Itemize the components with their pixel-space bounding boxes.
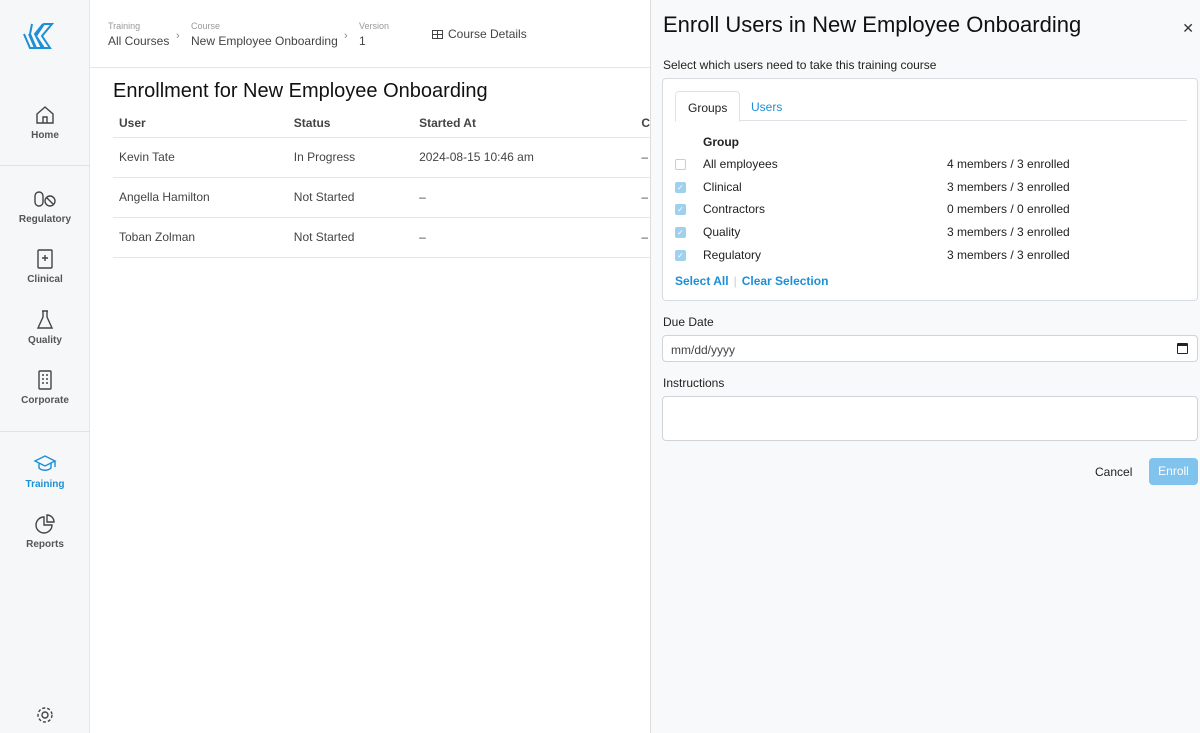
- sidebar: Home Regulatory Clinical Quality Corpora…: [0, 0, 90, 733]
- group-row: ✓ Contractors 0 members / 0 enrolled: [675, 201, 1185, 221]
- table-row[interactable]: Toban Zolman Not Started – –: [113, 217, 650, 258]
- breadcrumb-value: 1: [359, 34, 366, 48]
- flask-icon: [36, 310, 54, 329]
- table-icon: [432, 30, 443, 39]
- sidebar-item-quality[interactable]: Quality: [0, 309, 90, 346]
- due-date-label: Due Date: [663, 315, 714, 329]
- clear-selection-link[interactable]: Clear Selection: [742, 274, 829, 288]
- table-cell: –: [635, 137, 650, 178]
- breadcrumb: Training All Courses › Course New Employee…: [90, 0, 650, 68]
- home-icon: [36, 106, 54, 124]
- sidebar-item-label: Home: [31, 130, 59, 141]
- group-membership: 3 members / 3 enrolled: [947, 179, 1070, 194]
- enrollment-table: User Status Started At C Kevin Tate In Pr…: [113, 110, 650, 258]
- building-icon: [38, 370, 52, 390]
- panel-title: Enroll Users in New Employee Onboarding: [663, 12, 1082, 37]
- breadcrumb-course[interactable]: Course New Employee Onboarding: [191, 21, 338, 48]
- group-row: ✓ Regulatory 3 members / 3 enrolled: [675, 247, 1185, 267]
- sidebar-item-label: Clinical: [27, 274, 63, 285]
- calendar-icon[interactable]: [1177, 343, 1188, 354]
- table-cell: –: [635, 177, 650, 218]
- cancel-button[interactable]: Cancel: [1095, 465, 1132, 479]
- tab-users[interactable]: Users: [739, 91, 794, 122]
- instructions-label: Instructions: [663, 376, 725, 390]
- group-checkbox[interactable]: [675, 159, 686, 170]
- sidebar-item-label: Corporate: [21, 395, 69, 406]
- close-icon[interactable]: ✕: [1182, 20, 1194, 37]
- table-cell: Angella Hamilton: [113, 177, 288, 218]
- chevron-right-icon: ›: [176, 30, 180, 42]
- pie-chart-icon: [35, 514, 55, 534]
- group-name: Quality: [703, 225, 741, 240]
- due-date-placeholder: mm/dd/yyyy: [671, 343, 736, 357]
- enroll-panel: Enroll Users in New Employee Onboarding …: [650, 0, 1200, 733]
- course-details-label: Course Details: [448, 27, 527, 41]
- table-cell: Not Started: [287, 177, 414, 218]
- instructions-textarea[interactable]: [662, 396, 1198, 441]
- tab-groups[interactable]: Groups: [675, 91, 741, 122]
- column-header[interactable]: Started At: [413, 110, 636, 138]
- group-name: Clinical: [703, 179, 742, 194]
- page-title: Enrollment for New Employee Onboarding: [113, 80, 488, 102]
- gear-icon[interactable]: [35, 705, 55, 725]
- group-checkbox[interactable]: ✓: [675, 227, 686, 239]
- table-cell: Not Started: [287, 217, 414, 258]
- group-name: All employees: [703, 157, 778, 171]
- sidebar-item-label: Reports: [26, 539, 64, 550]
- column-header[interactable]: User: [113, 110, 288, 138]
- breadcrumb-label: Version: [359, 21, 390, 31]
- table-cell: –: [413, 217, 636, 258]
- logo-icon: [23, 23, 55, 49]
- sidebar-item-training[interactable]: Training: [0, 453, 90, 490]
- sidebar-item-label: Regulatory: [18, 214, 72, 225]
- pill-icon: [34, 191, 56, 207]
- enroll-button[interactable]: Enroll: [1149, 458, 1198, 485]
- table-row[interactable]: Kevin Tate In Progress 2024-08-15 10:46 am…: [113, 137, 650, 178]
- group-checkbox[interactable]: ✓: [675, 204, 686, 216]
- sidebar-item-clinical[interactable]: Clinical: [0, 248, 90, 285]
- sidebar-item-regulatory[interactable]: Regulatory: [0, 188, 90, 225]
- group-membership: 3 members / 3 enrolled: [947, 225, 1070, 240]
- group-checkbox[interactable]: ✓: [675, 249, 686, 261]
- selection-box: Groups Users Group All employees 4 member…: [662, 78, 1198, 301]
- group-name: Contractors: [703, 202, 766, 217]
- group-membership: 0 members / 0 enrolled: [947, 202, 1070, 217]
- breadcrumb-value: All Courses: [108, 34, 170, 48]
- group-membership: 3 members / 3 enrolled: [947, 247, 1070, 262]
- group-column-header: Group: [703, 135, 739, 149]
- due-date-input[interactable]: mm/dd/yyyy: [662, 335, 1198, 362]
- group-row: ✓ Quality 3 members / 3 enrolled: [675, 224, 1185, 244]
- clinical-book-icon: [37, 249, 53, 269]
- table-cell: Kevin Tate: [113, 137, 288, 178]
- group-name: Regulatory: [703, 247, 762, 262]
- table-cell: –: [635, 217, 650, 258]
- table-cell: 2024-08-15 10:46 am: [413, 137, 636, 178]
- column-header[interactable]: C: [635, 110, 650, 138]
- table-row[interactable]: Angella Hamilton Not Started – –: [113, 177, 650, 218]
- sidebar-item-label: Quality: [28, 335, 62, 346]
- graduation-cap-icon: [33, 455, 57, 471]
- column-header[interactable]: Status: [287, 110, 414, 138]
- breadcrumb-label: Training: [108, 21, 141, 31]
- breadcrumb-value: New Employee Onboarding: [191, 34, 338, 48]
- table-cell: In Progress: [287, 137, 414, 178]
- breadcrumb-all-courses[interactable]: Training All Courses: [108, 21, 169, 48]
- group-row: All employees 4 members / 3 enrolled: [675, 156, 1185, 176]
- sidebar-item-home[interactable]: Home: [0, 104, 90, 141]
- breadcrumb-label: Course: [191, 21, 221, 31]
- select-all-link[interactable]: Select All: [675, 274, 729, 288]
- chevron-right-icon: ›: [344, 30, 348, 42]
- sidebar-item-reports[interactable]: Reports: [0, 513, 90, 550]
- sidebar-item-label: Training: [25, 479, 65, 490]
- group-row: ✓ Clinical 3 members / 3 enrolled: [675, 179, 1185, 199]
- group-checkbox[interactable]: ✓: [675, 181, 686, 193]
- breadcrumb-version[interactable]: Version 1: [359, 21, 389, 48]
- table-cell: Toban Zolman: [113, 217, 288, 258]
- group-membership: 4 members / 3 enrolled: [947, 157, 1070, 171]
- sidebar-item-corporate[interactable]: Corporate: [0, 369, 90, 406]
- course-details-button[interactable]: Course Details: [432, 27, 527, 41]
- table-cell: –: [413, 177, 636, 218]
- panel-subtitle: Select which users need to take this tra…: [663, 58, 937, 72]
